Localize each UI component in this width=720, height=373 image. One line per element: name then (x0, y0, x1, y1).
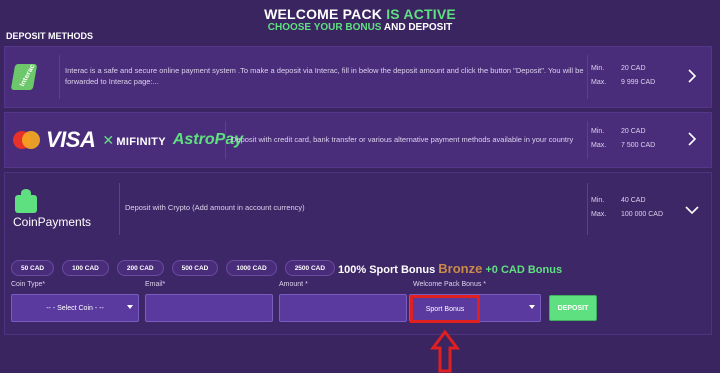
method-description: Deposit with credit card, bank transfer … (231, 135, 574, 144)
amount-label: Amount * (279, 281, 308, 288)
welcome-bonus-select[interactable]: Sport Bonus (409, 294, 541, 323)
coin-type-select[interactable]: -- - Select Coin - -- (11, 294, 139, 322)
method-limits: Min. 20 CAD Max. 9 999 CAD (591, 65, 656, 86)
amount-button[interactable]: 200 CAD (116, 260, 164, 276)
amount-presets: 50 CAD 100 CAD 200 CAD 500 CAD 1000 CAD … (11, 260, 336, 276)
method-limits: Min. 20 CAD Max. 7 500 CAD (591, 128, 656, 149)
dropdown-arrow-icon (529, 305, 535, 309)
amount-button[interactable]: 100 CAD (62, 260, 109, 276)
amount-button[interactable]: 1000 CAD (226, 260, 277, 276)
welcome-bonus-label: Welcome Pack Bonus * (413, 281, 487, 288)
amount-field[interactable] (279, 294, 407, 322)
divider (587, 121, 588, 159)
divider (59, 55, 60, 99)
divider (119, 183, 120, 235)
mifinity-logo: ✕ MIFINITY (102, 131, 166, 148)
method-description: Interac is a safe and secure online paym… (65, 66, 584, 86)
method-card-interac[interactable]: Interac Interac is a safe and secure onl… (4, 46, 712, 108)
method-description: Deposit with Crypto (Add amount in accou… (125, 203, 305, 212)
email-field[interactable] (145, 294, 273, 322)
divider (587, 183, 588, 235)
deposit-button[interactable]: DEPOSIT (549, 295, 597, 321)
payment-logos: VISA ✕ MIFINITY AstroPay (5, 113, 243, 167)
selected-bonus-highlight: Sport Bonus (410, 295, 480, 323)
chevron-right-icon[interactable] (685, 132, 699, 146)
coin-type-label: Coin Type* (11, 281, 46, 288)
amount-button[interactable]: 50 CAD (11, 260, 55, 276)
method-limits: Min. 40 CAD Max. 100 000 CAD (591, 197, 664, 218)
amount-button[interactable]: 2500 CAD (284, 260, 336, 276)
page-header: WELCOME PACK IS ACTIVE CHOOSE YOUR BONUS… (0, 6, 720, 34)
visa-logo: VISA (46, 127, 96, 152)
method-card-coinpayments[interactable]: CoinPayments Deposit with Crypto (Add am… (4, 172, 712, 335)
coinpayments-icon (15, 189, 37, 213)
welcome-pack-title: WELCOME PACK IS ACTIVE (264, 6, 456, 22)
chevron-right-icon[interactable] (685, 69, 699, 83)
dropdown-arrow-icon (127, 305, 133, 309)
email-label: Email* (145, 281, 166, 288)
divider (225, 121, 226, 159)
amount-button[interactable]: 500 CAD (171, 260, 219, 276)
mastercard-logo (13, 131, 40, 149)
bonus-summary: 100% Sport Bonus Bronze +0 CAD Bonus (338, 261, 563, 276)
method-card-cards[interactable]: VISA ✕ MIFINITY AstroPay Deposit with cre… (4, 112, 712, 168)
red-arrow-up-icon (430, 330, 460, 373)
interac-logo: Interac (5, 47, 38, 107)
deposit-methods-heading: DEPOSIT METHODS (6, 31, 94, 41)
divider (587, 55, 588, 99)
chevron-down-icon[interactable] (685, 203, 699, 217)
welcome-pack-subtitle: CHOOSE YOUR BONUS AND DEPOSIT (267, 22, 453, 33)
